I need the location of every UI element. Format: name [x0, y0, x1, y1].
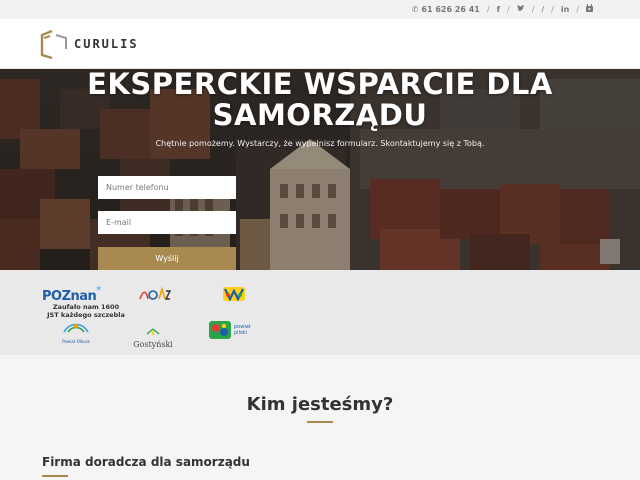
curulis-logo[interactable]: CURULIS [40, 29, 139, 59]
linkedin-icon[interactable]: in [561, 5, 569, 14]
hero-subtitle: Chętnie pomożemy. Wystarczy, że wypełnis… [155, 139, 485, 148]
powiat-olkusz-logo: Powiat Olkusz [62, 320, 90, 344]
about-section: Kim jesteśmy? Firma doradcza dla samorzą… [0, 355, 640, 480]
subtitle-divider [42, 475, 68, 477]
phone-icon: ✆ [411, 4, 419, 14]
phone-contact[interactable]: ✆ 61 626 26 41 [412, 5, 480, 14]
about-subtitle: Firma doradcza dla samorządu [42, 455, 250, 469]
curulis-logo-mark-icon [40, 29, 67, 59]
facebook-icon[interactable]: f [497, 5, 500, 14]
youtube-icon[interactable] [586, 4, 593, 14]
gostynski-logo: Gostyński [133, 321, 173, 349]
hero-section: EKSPERCKIE WSPARCIE DLA SAMORZĄDU Chętni… [0, 69, 640, 270]
google-plus-icon[interactable]: / [541, 5, 544, 14]
site-header: CURULIS [0, 19, 640, 69]
title-divider [307, 421, 333, 423]
twitter-icon[interactable] [516, 4, 525, 14]
partner-logos: POZnan* Zaufało nam 1600 JST każdego szc… [0, 270, 640, 355]
phone-number: 61 626 26 41 [421, 4, 480, 14]
powiat-pilski-logo: powiat pilski [209, 321, 256, 339]
logo-text: CURULIS [74, 37, 139, 51]
email-input[interactable] [98, 211, 236, 234]
city-crest-logo [222, 285, 246, 307]
trust-text: Zaufało nam 1600 JST każdego szczebla [47, 303, 125, 319]
lodz-logo [138, 286, 172, 306]
top-bar: ✆ 61 626 26 41 / f / / / / in / [0, 0, 640, 19]
send-button[interactable]: Wyślij [98, 247, 236, 270]
phone-input[interactable] [98, 176, 236, 199]
about-title: Kim jesteśmy? [246, 394, 394, 415]
hero-title: EKSPERCKIE WSPARCIE DLA SAMORZĄDU [87, 69, 553, 132]
poznan-logo: POZnan* [42, 285, 102, 304]
